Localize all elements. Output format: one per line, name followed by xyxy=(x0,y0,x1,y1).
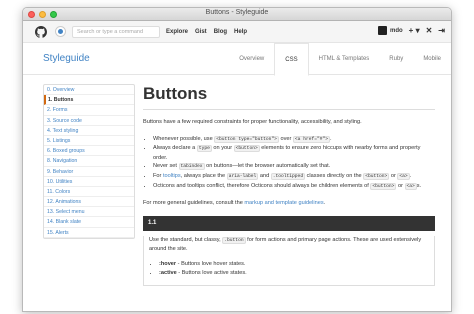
inline-text: or xyxy=(396,182,405,189)
tab-overview[interactable]: Overview xyxy=(229,43,274,75)
sidebar-item[interactable]: 2. Forms xyxy=(44,105,134,116)
inline-code: aria-label xyxy=(226,172,259,180)
section-body: Use the standard, but classy, .button fo… xyxy=(143,235,435,287)
inline-code: <a href="#"> xyxy=(292,135,331,143)
inline-text: s. xyxy=(416,182,422,189)
search-input[interactable]: Search or type a command xyxy=(72,25,160,38)
browser-window: Buttons - Styleguide Search or type a co… xyxy=(22,7,452,312)
tab-ruby[interactable]: Ruby xyxy=(379,43,413,75)
guidelines-suffix: . xyxy=(323,200,326,207)
sign-out-icon[interactable]: ⇥ xyxy=(438,26,445,35)
sidebar-item[interactable]: 3. Source code xyxy=(44,116,134,126)
intro-text: Buttons have a few required constraints … xyxy=(143,119,362,125)
guideline-item: For tooltips, always place the aria-labe… xyxy=(153,172,435,182)
user-menu: mdo + ▾ ✕ ⇥ xyxy=(378,26,445,35)
section-description: Use the standard, but classy, .button fo… xyxy=(149,236,429,254)
state-desc: - Buttons love hover states. xyxy=(176,260,246,267)
settings-tools-icon[interactable]: ✕ xyxy=(426,26,433,35)
inline-code: tabindex xyxy=(178,163,205,171)
nav-explore[interactable]: Explore xyxy=(166,29,188,35)
create-new-icon[interactable]: + ▾ xyxy=(409,26,420,35)
general-guidelines-text: For more general guidelines, consult the… xyxy=(143,199,435,208)
state-name: :active xyxy=(159,269,177,276)
section-desc-prefix: Use the standard, but classy, xyxy=(149,236,223,243)
inline-text: For xyxy=(153,172,163,179)
inline-text: , always place the xyxy=(180,172,227,179)
inline-text: . xyxy=(330,135,332,142)
sidebar-item[interactable]: 11. Colors xyxy=(44,187,134,198)
states-list: :hover - Buttons love hover states. :act… xyxy=(159,260,429,277)
inline-code: type xyxy=(196,145,212,153)
nav-blog[interactable]: Blog xyxy=(214,29,227,35)
inline-text: over xyxy=(278,135,293,142)
sidebar-nav: 0. Overview 1. Buttons 2. Forms 3. Source c… xyxy=(43,84,135,239)
octocat-logo-icon[interactable] xyxy=(35,25,47,38)
nav-help[interactable]: Help xyxy=(234,29,247,35)
avatar[interactable] xyxy=(378,26,387,35)
sidebar-item[interactable]: 1. Buttons xyxy=(44,95,134,106)
guideline-item: Whenever possible, use <button type="but… xyxy=(153,135,435,145)
styleguide-tabs: Overview CSS HTML & Templates Ruby Mobil… xyxy=(229,43,451,76)
top-nav: Explore Gist Blog Help xyxy=(166,29,247,35)
state-hover: :hover - Buttons love hover states. xyxy=(159,260,429,269)
inline-text: Whenever possible, use xyxy=(153,135,215,142)
guidelines-list: Whenever possible, use <button type="but… xyxy=(153,135,435,192)
main-content: Buttons Buttons have a few required cons… xyxy=(143,83,435,287)
sidebar-item[interactable]: 10. Utilities xyxy=(44,177,134,187)
guideline-item: Octicons and tooltips conflict, therefor… xyxy=(153,182,435,192)
sidebar-item[interactable]: 5. Listings xyxy=(44,136,134,147)
inline-code: <a> xyxy=(397,172,410,180)
sidebar-item[interactable]: 9. Behavior xyxy=(44,167,134,177)
sidebar-item[interactable]: 6. Boxed groups xyxy=(44,146,134,157)
state-desc: - Buttons love active states. xyxy=(176,269,247,276)
guideline-item: Never set tabindex on buttons—let the br… xyxy=(153,162,435,172)
sidebar-item[interactable]: 15. Alerts xyxy=(44,228,134,238)
inline-text: Octicons and tooltips conflict, therefor… xyxy=(153,182,371,189)
sidebar-item[interactable]: 4. Text styling xyxy=(44,126,134,136)
inline-text: on buttons—let the browser automatically… xyxy=(204,163,331,170)
section-header: 1.1 xyxy=(143,215,435,231)
title-bar: Buttons - Styleguide xyxy=(23,8,451,21)
sidebar-item[interactable]: 14. Blank slate xyxy=(44,217,134,228)
button-class-code: .button xyxy=(222,236,246,244)
inline-text: on your xyxy=(211,145,234,152)
state-active: :active - Buttons love active states. xyxy=(159,269,429,278)
inline-code: <button> xyxy=(363,172,390,180)
inline-code: <a> xyxy=(404,182,417,190)
window-title: Buttons - Styleguide xyxy=(205,9,269,16)
inline-text: Never set xyxy=(153,163,179,170)
inline-link[interactable]: tooltips xyxy=(163,173,181,179)
inline-text: . xyxy=(409,172,412,179)
guidelines-prefix: For more general guidelines, consult the xyxy=(143,200,245,207)
repo-context-button[interactable] xyxy=(55,26,66,37)
state-name: :hover xyxy=(159,260,177,267)
context-dot-icon xyxy=(58,29,63,34)
inline-code: <button> xyxy=(233,145,260,153)
github-header: Search or type a command Explore Gist Bl… xyxy=(23,21,451,43)
nav-gist[interactable]: Gist xyxy=(195,29,207,35)
inline-code: <button type="button"> xyxy=(214,135,279,143)
sidebar-item[interactable]: 12. Animations xyxy=(44,197,134,208)
guideline-item: Always declare a type on your <button> e… xyxy=(153,144,435,162)
page-title: Buttons xyxy=(143,83,435,110)
page-content: 0. Overview 1. Buttons 2. Forms 3. Source c… xyxy=(23,75,451,311)
guidelines-link[interactable]: markup and template guidelines xyxy=(244,200,323,206)
inline-text: classes directly on the xyxy=(305,172,364,179)
inline-code: <button> xyxy=(370,182,397,190)
username[interactable]: mdo xyxy=(390,28,403,34)
sidebar-item[interactable]: 0. Overview xyxy=(44,85,134,96)
inline-text: and xyxy=(258,172,271,179)
tab-mobile[interactable]: Mobile xyxy=(413,43,451,75)
inline-text: Always declare a xyxy=(153,145,197,152)
tab-html-templates[interactable]: HTML & Templates xyxy=(309,43,380,75)
styleguide-title[interactable]: Styleguide xyxy=(43,53,90,64)
sidebar-item[interactable]: 13. Select menu xyxy=(44,207,134,218)
sidebar-item[interactable]: 8. Navigation xyxy=(44,156,134,167)
inline-code: .tooltipped xyxy=(270,172,306,180)
tab-css[interactable]: CSS xyxy=(274,43,309,76)
styleguide-header: Styleguide Overview CSS HTML & Templates… xyxy=(23,43,451,76)
